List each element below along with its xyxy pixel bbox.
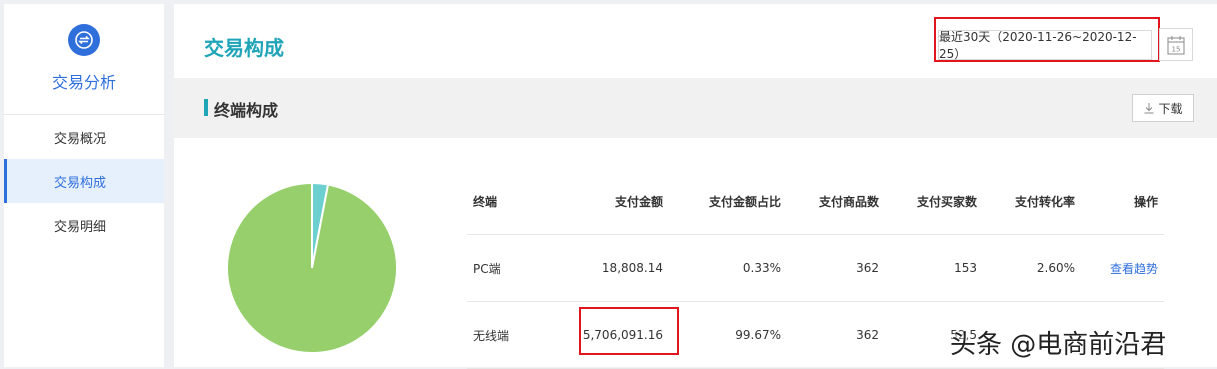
table-row: PC端 18,808.14 0.33% 362 153 2.60% 查看趋势 [467, 235, 1164, 302]
view-trend-link[interactable]: 查看趋势 [1110, 262, 1158, 276]
exchange-icon [68, 24, 100, 56]
download-label: 下载 [1158, 101, 1183, 116]
sidebar-item-overview[interactable]: 交易概况 [4, 115, 164, 159]
col-header-terminal: 终端 [473, 194, 498, 209]
table-header-row: 终端 支付金额 支付金额占比 支付商品数 支付买家数 支付转化率 操作 [467, 168, 1164, 235]
amount-highlight-box [579, 307, 679, 355]
sidebar-item-composition[interactable]: 交易构成 [4, 159, 164, 203]
terminal-pie-chart [226, 182, 398, 354]
sidebar-item-details[interactable]: 交易明细 [4, 203, 164, 247]
page-title: 交易构成 [204, 36, 284, 60]
section-accent [204, 99, 208, 116]
sidebar: 交易分析 交易概况 交易构成 交易明细 [4, 4, 164, 367]
watermark-text: 头条 @电商前沿君 [950, 330, 1167, 360]
cell-terminal: PC端 [473, 261, 501, 276]
cell-pay-ratio: 99.67% [735, 328, 781, 342]
section-title: 终端构成 [214, 101, 279, 120]
cell-item-count: 362 [856, 261, 879, 275]
section-bar: 终端构成 下载 [174, 78, 1217, 138]
calendar-day: 15 [1172, 45, 1181, 53]
calendar-icon: 15 [1167, 35, 1185, 54]
col-header-pay-ratio: 支付金额占比 [708, 194, 781, 209]
cell-pay-amount: 18,808.14 [601, 261, 663, 275]
col-header-item-count: 支付商品数 [818, 194, 879, 209]
cell-conversion: 2.60% [1036, 261, 1075, 275]
cell-item-count: 362 [856, 328, 879, 342]
calendar-button[interactable]: 15 [1159, 28, 1193, 61]
col-header-buyer-count: 支付买家数 [916, 194, 977, 209]
cell-buyer-count: 153 [954, 261, 977, 275]
pie-slice-wireless [226, 182, 398, 354]
download-button[interactable]: 下载 [1132, 94, 1194, 122]
col-header-conversion: 支付转化率 [1014, 194, 1075, 209]
sidebar-title: 交易分析 [51, 73, 116, 92]
date-range-selector[interactable]: 最近30天（2020-11-26~2020-12-25） [938, 30, 1152, 61]
cell-pay-ratio: 0.33% [742, 261, 781, 275]
cell-terminal: 无线端 [473, 328, 510, 343]
col-header-pay-amount: 支付金额 [614, 194, 663, 209]
sidebar-header: 交易分析 [4, 4, 164, 115]
download-icon [1144, 103, 1154, 114]
main-panel: 交易构成 最近30天（2020-11-26~2020-12-25） 15 终端构… [174, 4, 1217, 369]
col-header-action: 操作 [1133, 194, 1158, 209]
